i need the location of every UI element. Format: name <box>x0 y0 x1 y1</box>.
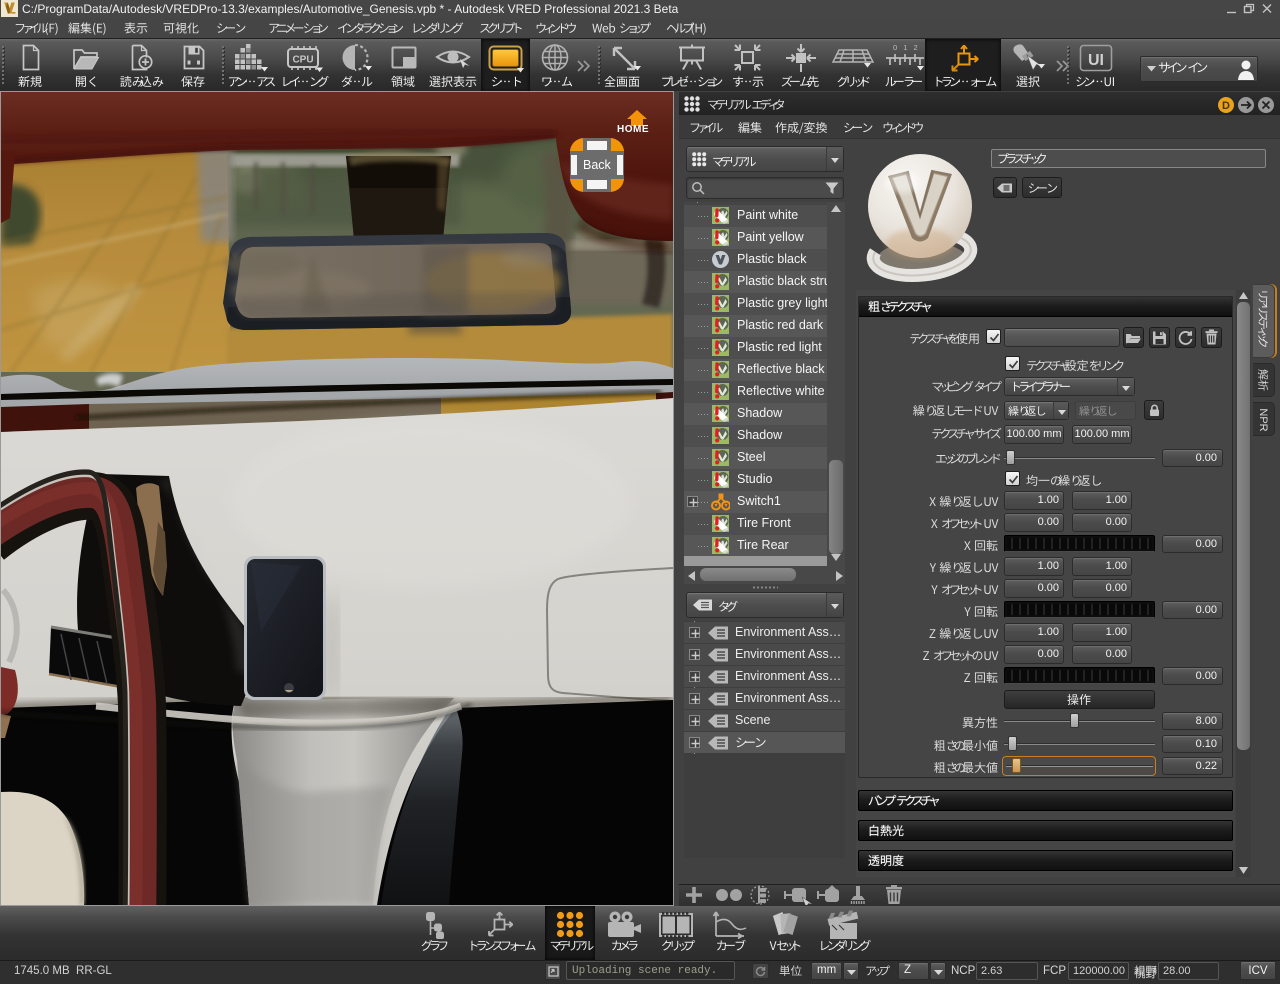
svg-text:D: D <box>1222 100 1230 112</box>
svg-text:0 1 2: 0 1 2 <box>893 43 920 52</box>
svg-text:CPU: CPU <box>292 55 313 66</box>
svg-text:UI: UI <box>1088 52 1104 69</box>
